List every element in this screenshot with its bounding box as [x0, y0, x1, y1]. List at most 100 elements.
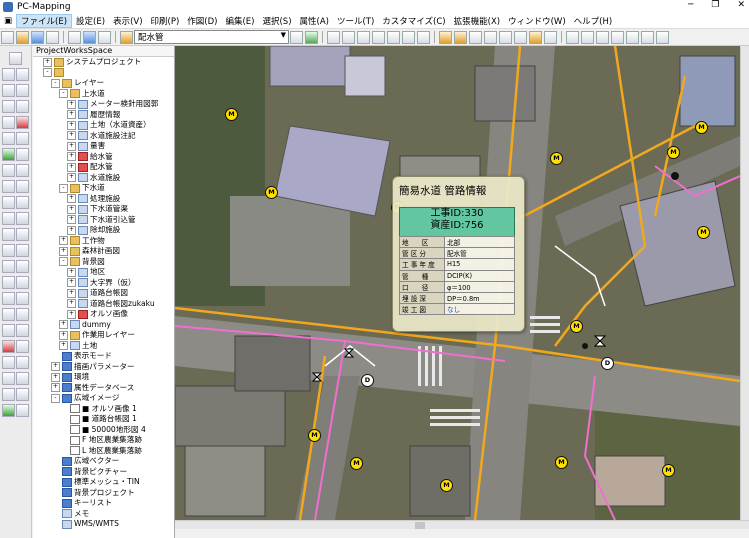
collapse-icon[interactable]: -	[59, 89, 68, 99]
check-icon[interactable]	[2, 404, 15, 417]
tree-node[interactable]: 表示モード	[33, 351, 174, 362]
delete-icon[interactable]	[16, 116, 29, 129]
tree-node[interactable]: + 水道施設注記	[33, 131, 174, 142]
expand-icon[interactable]: +	[67, 267, 76, 277]
close-button[interactable]: ✕	[737, 0, 745, 10]
print-area-icon[interactable]	[2, 372, 15, 385]
magnifier-icon[interactable]	[2, 100, 15, 113]
expand-icon[interactable]: +	[67, 120, 76, 130]
tree-node[interactable]: WMS/WMTS	[33, 519, 174, 530]
tree-node[interactable]: + 土地	[33, 341, 174, 352]
redraw-icon[interactable]	[402, 30, 415, 44]
menu-window[interactable]: ウィンドウ(W)	[504, 15, 570, 27]
tree-node[interactable]: + 履歴情報	[33, 110, 174, 121]
menu-file[interactable]: ファイル(E)	[16, 14, 73, 28]
menu-draw[interactable]: 作図(D)	[183, 15, 221, 27]
meter-marker[interactable]: M	[662, 464, 675, 477]
tree-node[interactable]: + 土地（水道資産）	[33, 120, 174, 131]
tree-node[interactable]: + 量害	[33, 141, 174, 152]
menu-help[interactable]: ヘルプ(H)	[570, 15, 617, 27]
tree-node[interactable]: + 道路台帳図	[33, 288, 174, 299]
grid-icon[interactable]	[16, 404, 29, 417]
expand-icon[interactable]: +	[51, 372, 60, 382]
collapse-icon[interactable]: -	[59, 183, 68, 193]
previous-view-icon[interactable]	[417, 30, 430, 44]
pipe-info-popup[interactable]: 簡易水道 管路情報 工事ID:330 資産ID:756 地 区北部 管 区 分配…	[392, 176, 525, 332]
select-icon[interactable]	[499, 30, 512, 44]
tree-node[interactable]: + 属性データベース	[33, 383, 174, 394]
expand-icon[interactable]: +	[51, 362, 60, 372]
meter-marker[interactable]: M	[550, 152, 563, 165]
drawing-link[interactable]: なし	[444, 303, 515, 316]
layers-icon[interactable]	[98, 30, 111, 44]
meter-marker[interactable]: M	[570, 320, 583, 333]
attribute-icon[interactable]	[469, 30, 482, 44]
menu-settings[interactable]: 設定(E)	[72, 15, 109, 27]
scale-icon[interactable]	[16, 212, 29, 225]
tree-node[interactable]: - レイヤー	[33, 78, 174, 89]
arc-icon[interactable]	[16, 148, 29, 161]
tree-node[interactable]: - 広域イメージ	[33, 393, 174, 404]
tree-node[interactable]: - 上水道	[33, 89, 174, 100]
tree-node[interactable]: + 処理施設	[33, 194, 174, 205]
zoom-window-icon[interactable]	[327, 30, 340, 44]
menu-view[interactable]: 表示(V)	[109, 15, 146, 27]
pointer-icon[interactable]	[2, 68, 15, 81]
expand-icon[interactable]: +	[59, 320, 68, 330]
globe-icon[interactable]	[83, 30, 96, 44]
node-icon[interactable]	[2, 148, 15, 161]
window-split-icon[interactable]	[581, 30, 594, 44]
tree-node[interactable]: F 地区農業集落跡	[33, 435, 174, 446]
open-folder-icon[interactable]	[16, 30, 29, 44]
snap-icon[interactable]	[514, 30, 527, 44]
trim-icon[interactable]	[2, 244, 15, 257]
rotate-icon[interactable]	[2, 212, 15, 225]
mirror-icon[interactable]	[16, 260, 29, 273]
minimize-button[interactable]: ─	[688, 0, 693, 10]
tree-node[interactable]: -	[33, 68, 174, 79]
flag-icon[interactable]	[16, 340, 29, 353]
menu-attributes[interactable]: 属性(A)	[296, 15, 333, 27]
tree-node[interactable]: + 描画パラメーター	[33, 362, 174, 373]
hand-icon[interactable]	[16, 68, 29, 81]
window-cascade-icon[interactable]	[596, 30, 609, 44]
d-marker[interactable]: D	[601, 357, 614, 370]
tree-node[interactable]: 広域ベクター	[33, 456, 174, 467]
zoom-in-icon[interactable]	[357, 30, 370, 44]
intersect-icon[interactable]	[16, 292, 29, 305]
window-arrange-icon[interactable]	[641, 30, 654, 44]
expand-icon[interactable]: +	[51, 383, 60, 393]
tree-node[interactable]: 標準メッシュ・TIN	[33, 477, 174, 488]
tree-node[interactable]: メモ	[33, 509, 174, 520]
expand-icon[interactable]: +	[59, 246, 68, 256]
collapse-icon[interactable]: -	[51, 78, 60, 88]
tree-node[interactable]: キーリスト	[33, 498, 174, 509]
offset-icon[interactable]	[2, 260, 15, 273]
tree-node[interactable]: 背景ピクチャー	[33, 467, 174, 478]
maximize-button[interactable]: ❐	[711, 0, 719, 10]
info-icon[interactable]	[16, 308, 29, 321]
tree-node[interactable]: + 配水管	[33, 162, 174, 173]
expand-icon[interactable]: +	[67, 173, 76, 183]
measure-icon[interactable]	[2, 324, 15, 337]
extend-icon[interactable]	[16, 244, 29, 257]
menu-customize[interactable]: カスタマイズ(C)	[378, 15, 449, 27]
tree-node[interactable]: L 地区農業集落跡	[33, 446, 174, 457]
tree-node[interactable]: + メーター検針用図郭	[33, 99, 174, 110]
expand-icon[interactable]: +	[67, 110, 76, 120]
collapse-icon[interactable]: -	[51, 393, 60, 403]
meter-marker[interactable]: M	[667, 146, 680, 159]
zoom-out-icon[interactable]	[372, 30, 385, 44]
expand-icon[interactable]: +	[59, 341, 68, 351]
polygon-icon[interactable]	[2, 164, 15, 177]
zoom-full-icon[interactable]	[342, 30, 355, 44]
expand-icon[interactable]: +	[67, 215, 76, 225]
window-horizontal-icon[interactable]	[611, 30, 624, 44]
grid-icon[interactable]	[68, 30, 81, 44]
tree-node[interactable]: + 工作物	[33, 236, 174, 247]
search-icon[interactable]	[484, 30, 497, 44]
tree-node[interactable]: + 森林計画図	[33, 246, 174, 257]
measure-icon[interactable]	[439, 30, 452, 44]
expand-icon[interactable]: +	[67, 99, 76, 109]
tree-node[interactable]: + システムプロジェクト	[33, 57, 174, 68]
